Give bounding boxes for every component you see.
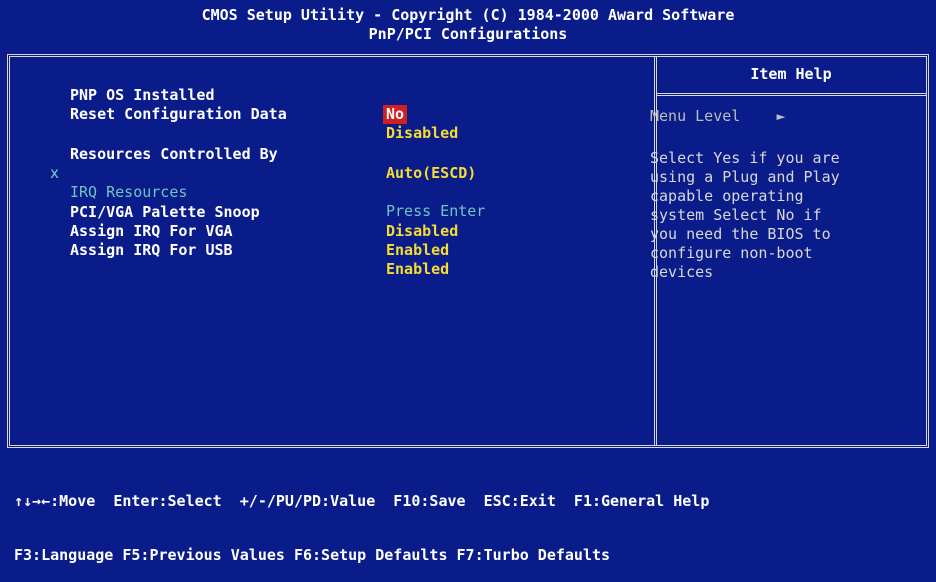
setting-reset-configuration-data[interactable]: Reset Configuration Data Disabled [10,86,650,142]
setting-label: Reset Configuration Data [70,105,287,123]
setting-resources-controlled-by[interactable]: Resources Controlled By Auto(ESCD) [10,126,650,182]
key-legend-line-1: ↑↓→←:Move Enter:Select +/-/PU/PD:Value F… [14,492,710,510]
menu-level-label: Menu Level [650,107,741,125]
title-bar: CMOS Setup Utility - Copyright (C) 1984-… [0,0,936,48]
key-legend: ↑↓→←:Move Enter:Select +/-/PU/PD:Value F… [0,456,936,582]
setting-value[interactable]: Auto(ESCD) [386,164,476,183]
setting-value[interactable]: Enabled [386,241,449,260]
help-panel-title: Item Help [750,65,832,83]
arrow-right-icon: ► [776,107,786,125]
setting-assign-irq-for-vga[interactable]: Assign IRQ For VGA Enabled [10,203,650,259]
setting-value[interactable]: No [383,105,408,124]
app-title: CMOS Setup Utility - Copyright (C) 1984-… [201,6,735,24]
key-legend-line-2: F3:Language F5:Previous Values F6:Setup … [14,546,611,564]
setting-pnp-os-installed[interactable]: PNP OS Installed No [10,67,650,124]
setting-label: Assign IRQ For USB [70,241,233,259]
menu-level: Menu Level ► [650,107,785,126]
disabled-marker: x [50,164,60,182]
setting-value[interactable]: Enabled [386,260,449,279]
setting-pci-vga-palette-snoop[interactable]: PCI/VGA Palette Snoop Disabled [10,184,650,240]
help-divider [657,93,926,96]
setting-irq-resources: x IRQ Resources Press Enter [10,145,650,220]
setting-assign-irq-for-usb[interactable]: Assign IRQ For USB Enabled [10,222,650,278]
help-text: Select Yes if you are using a Plug and P… [650,149,840,281]
page-title: PnP/PCI Configurations [368,25,568,43]
main-frame: PNP OS Installed No Reset Configuration … [7,54,929,448]
